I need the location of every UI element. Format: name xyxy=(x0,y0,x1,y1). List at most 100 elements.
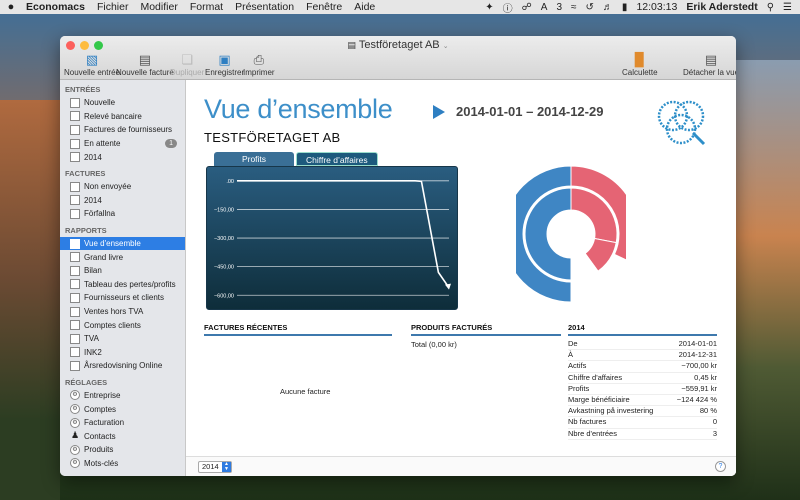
stat-row: Avkastning på investering 80 % xyxy=(568,406,717,418)
save-button[interactable]: ▣ Enregistrer xyxy=(205,52,244,77)
sidebar-item-annual-report[interactable]: Årsredovisning Online xyxy=(60,359,185,373)
duplicate-label: Dupliquer xyxy=(170,68,205,77)
stat-row: À 2014-12-31 xyxy=(568,350,717,362)
sidebar-item-entries-2014[interactable]: 2014 xyxy=(60,150,185,164)
overdue-icon xyxy=(70,208,80,219)
stat-value: 2014-01-01 xyxy=(678,339,717,348)
sidebar-item-contacts[interactable]: ♟ Contacts xyxy=(60,429,185,443)
volume-icon[interactable]: ♬ xyxy=(603,2,613,13)
new-invoice-icon: ▤ xyxy=(138,52,152,67)
adobe-icon[interactable]: A xyxy=(541,2,548,13)
wifi-icon[interactable]: ≈ xyxy=(571,2,577,13)
sidebar-item-not-sent[interactable]: Non envoyée xyxy=(60,180,185,194)
app-window: ▤ Testföretaget AB ⌄ ▧ Nouvelle entrée ▤ … xyxy=(60,36,736,476)
sidebar-item-ink2[interactable]: INK2 xyxy=(60,346,185,360)
sidebar-item-company[interactable]: ⚙ Entreprise xyxy=(60,389,185,403)
print-button[interactable]: ⎙ Imprimer xyxy=(243,52,275,77)
sidebar-item-bank-statement[interactable]: Relevé bancaire xyxy=(60,110,185,124)
menu-help[interactable]: Aide xyxy=(348,1,381,13)
sidebar-item-invoicing[interactable]: ⚙ Facturation xyxy=(60,416,185,430)
gear-icon: ⚙ xyxy=(70,417,80,428)
tab-revenue[interactable]: Chiffre d’affaires xyxy=(296,152,378,166)
sidebar-section-settings: RÉGLAGES xyxy=(65,377,108,387)
tab-profits[interactable]: Profits xyxy=(214,152,294,166)
duplicate-button[interactable]: ❏ Dupliquer xyxy=(170,52,204,77)
sidebar: ENTRÉES Nouvelle Relevé bancaire Facture… xyxy=(60,80,186,476)
notification-center-icon[interactable]: ☰ xyxy=(783,2,792,13)
year-select[interactable]: 2014 ▲ ▼ xyxy=(198,461,232,473)
stat-row: Actifs −700,00 kr xyxy=(568,361,717,373)
window-title-text: Testföretaget AB xyxy=(358,39,440,51)
sidebar-item-label: Vue d'ensemble xyxy=(84,239,141,249)
sidebar-item-products[interactable]: ⚙ Produits xyxy=(60,443,185,457)
spotlight-icon[interactable]: ⚲ xyxy=(767,2,774,13)
document-icon: ▤ xyxy=(347,40,356,50)
sidebar-item-label: En attente xyxy=(84,139,121,149)
sidebar-item-invoices-2014[interactable]: 2014 xyxy=(60,194,185,208)
sidebar-item-accounts[interactable]: ⚙ Comptes xyxy=(60,402,185,416)
share-icon[interactable]: ☍ xyxy=(522,2,532,13)
sidebar-item-label: Bilan xyxy=(84,266,102,276)
new-entry-button[interactable]: ▧ Nouvelle entrée xyxy=(64,52,120,77)
time-machine-icon[interactable]: ↺ xyxy=(586,2,594,13)
menu-clock[interactable]: 12:03:13 xyxy=(636,1,677,13)
sidebar-item-label: Nouvelle xyxy=(84,98,116,108)
sidebar-item-label: Förfallna xyxy=(84,209,116,219)
menu-window[interactable]: Fenêtre xyxy=(300,1,348,13)
menu-file[interactable]: Fichier xyxy=(91,1,135,13)
calculator-icon: ▉ xyxy=(634,52,645,67)
window-title[interactable]: ▤ Testföretaget AB ⌄ xyxy=(60,39,736,51)
person-icon: ♟ xyxy=(70,430,80,441)
help-button[interactable]: ? xyxy=(715,461,726,472)
battery-icon[interactable]: ▮ xyxy=(622,2,628,13)
menu-format[interactable]: Format xyxy=(184,1,229,13)
sidebar-item-new-entry[interactable]: Nouvelle xyxy=(60,96,185,110)
sidebar-item-balance-sheet[interactable]: Bilan xyxy=(60,264,185,278)
invoice-icon xyxy=(70,195,80,206)
year-select-value: 2014 xyxy=(202,462,219,471)
gear-icon: ⚙ xyxy=(70,390,80,401)
sidebar-item-supplier-invoices[interactable]: Factures de fournisseurs xyxy=(60,123,185,137)
supplier-invoice-icon xyxy=(70,124,80,135)
calculator-label: Calculette xyxy=(622,68,658,77)
sidebar-item-general-ledger[interactable]: Grand livre xyxy=(60,250,185,264)
sidebar-item-sales-ex-vat[interactable]: Ventes hors TVA xyxy=(60,305,185,319)
new-invoice-label: Nouvelle facture xyxy=(116,68,174,77)
date-range[interactable]: 2014-01-01 – 2014-12-29 xyxy=(456,104,603,119)
sidebar-item-vat[interactable]: TVA xyxy=(60,332,185,346)
sidebar-item-suppliers-customers[interactable]: Fournisseurs et clients xyxy=(60,291,185,305)
menu-edit[interactable]: Modifier xyxy=(134,1,183,13)
menu-bar: ● Economacs Fichier Modifier Format Prés… xyxy=(0,0,800,15)
info-icon[interactable]: ⓘ xyxy=(503,0,513,15)
apple-icon[interactable]: ● xyxy=(0,1,22,13)
profits-series-line xyxy=(237,180,450,289)
report-icon xyxy=(70,292,80,303)
sidebar-item-label: INK2 xyxy=(84,347,102,357)
calculator-button[interactable]: ▉ Calculette xyxy=(622,52,658,77)
products-header: PRODUITS FACTURÉS xyxy=(411,323,561,336)
sidebar-item-pending[interactable]: En attente 1 xyxy=(60,137,185,151)
stat-row: De 2014-01-01 xyxy=(568,339,717,351)
menu-app-name[interactable]: Economacs xyxy=(22,1,91,13)
report-icon xyxy=(70,265,80,276)
sidebar-item-overdue[interactable]: Förfallna xyxy=(60,207,185,221)
menu-user[interactable]: Erik Aderstedt xyxy=(686,1,757,13)
new-invoice-button[interactable]: ▤ Nouvelle facture xyxy=(116,52,174,77)
year-stepper-icon[interactable]: ▲ ▼ xyxy=(222,462,231,472)
sidebar-item-accounts-receivable[interactable]: Comptes clients xyxy=(60,318,185,332)
sidebar-item-profit-loss[interactable]: Tableau des pertes/profits xyxy=(60,278,185,292)
sidebar-item-label: Grand livre xyxy=(84,252,124,262)
stat-label: De xyxy=(568,339,578,348)
sidebar-item-label: Non envoyée xyxy=(84,182,132,192)
detach-view-icon: ▤ xyxy=(704,52,718,67)
sidebar-item-label: Fournisseurs et clients xyxy=(84,293,165,303)
play-icon[interactable] xyxy=(433,105,445,119)
y-tick-label: .00 xyxy=(226,179,234,185)
twitter-icon[interactable]: ✦ xyxy=(485,2,493,13)
detach-view-button[interactable]: ▤ Détacher la vue xyxy=(683,52,736,77)
menu-view[interactable]: Présentation xyxy=(229,1,300,13)
sidebar-item-overview[interactable]: Vue d'ensemble xyxy=(60,236,185,251)
sidebar-item-keywords[interactable]: ⚙ Mots-clés xyxy=(60,457,185,471)
tax-form-icon xyxy=(70,347,80,358)
sidebar-item-label: Factures de fournisseurs xyxy=(84,125,173,135)
